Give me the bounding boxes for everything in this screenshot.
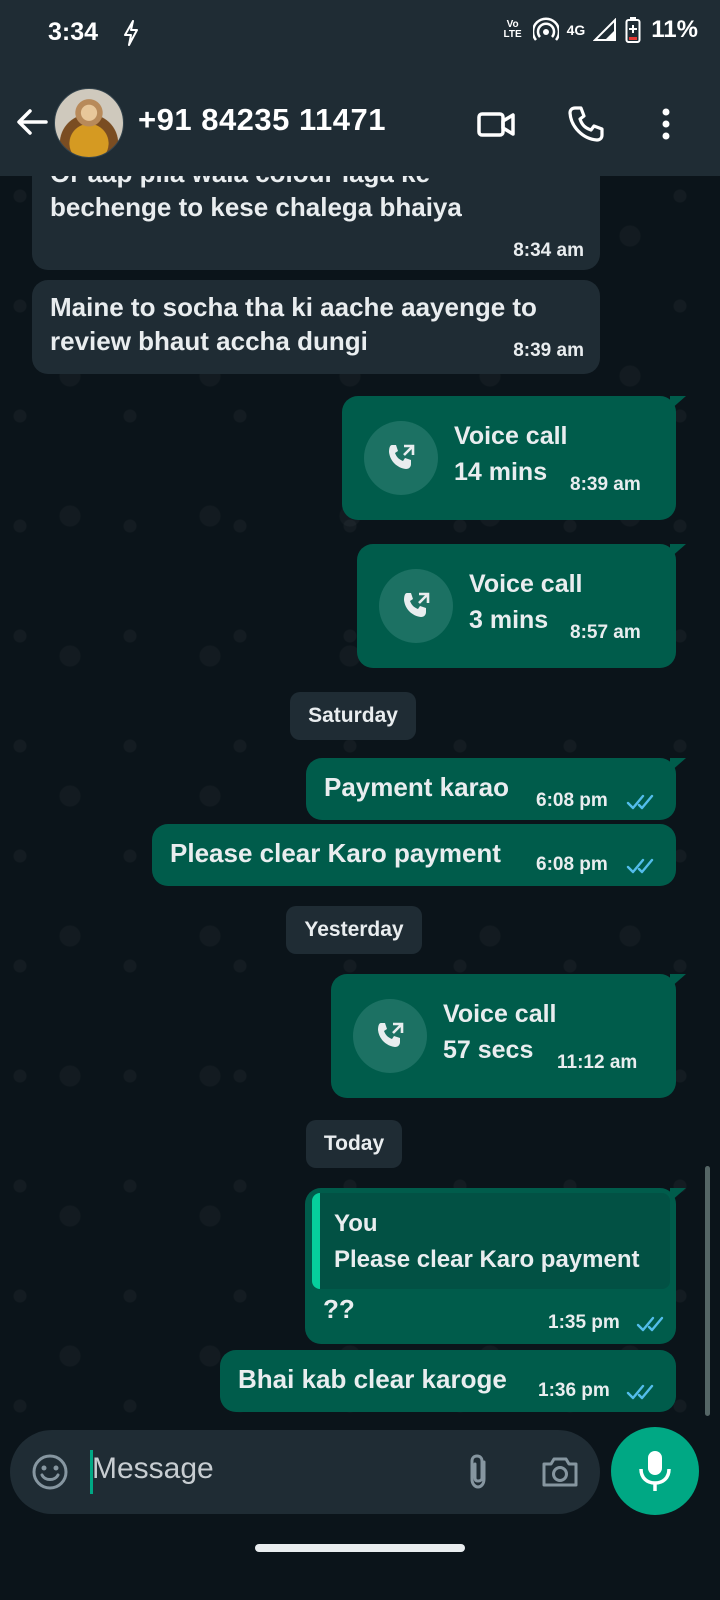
message-time: 11:12 am: [557, 1052, 638, 1073]
outgoing-call-icon: [353, 999, 427, 1073]
message-text: Payment karao: [324, 772, 509, 802]
voice-call-bubble[interactable]: Voice call 14 mins 8:39 am: [342, 396, 676, 520]
message-text-line: review bhaut accha dungi: [50, 326, 368, 356]
more-options-icon[interactable]: [646, 104, 686, 144]
mic-button[interactable]: [611, 1427, 699, 1515]
message-time: 1:35 pm: [548, 1312, 620, 1333]
message-text: Please clear Karo payment: [170, 838, 501, 868]
flash-icon: [124, 20, 138, 46]
message-time: 8:34 am: [513, 240, 584, 261]
bubble-tail: [670, 758, 686, 772]
outgoing-call-icon: [379, 569, 453, 643]
message-outgoing[interactable]: Please clear Karo payment 6:08 pm: [152, 824, 676, 886]
chat-header: +91 84235 11471: [0, 72, 720, 176]
signal-icon: [593, 18, 617, 41]
call-title: Voice call: [443, 1000, 557, 1028]
message-text: Bhai kab clear karoge: [238, 1364, 507, 1394]
bubble-tail: [670, 1188, 686, 1202]
bubble-tail: [670, 544, 686, 558]
message-time: 8:39 am: [513, 340, 584, 361]
contact-name[interactable]: +91 84235 11471: [138, 102, 386, 138]
camera-icon[interactable]: [540, 1452, 580, 1492]
quoted-message[interactable]: You Please clear Karo payment: [312, 1193, 670, 1289]
message-text-line: Maine to socha tha ki aache aayenge to: [50, 292, 537, 322]
date-separator: Yesterday: [286, 906, 422, 954]
outgoing-call-icon: [364, 421, 438, 495]
message-time: 1:36 pm: [538, 1380, 610, 1401]
date-separator: Today: [306, 1120, 402, 1168]
read-ticks-icon: [626, 1384, 654, 1400]
quote-author: You: [334, 1210, 378, 1237]
navigation-bar: [0, 1524, 720, 1600]
read-ticks-icon: [626, 794, 654, 810]
call-duration: 57 secs: [443, 1036, 534, 1064]
message-text: ??: [323, 1294, 355, 1324]
video-call-icon[interactable]: [476, 104, 516, 144]
chat-area[interactable]: Or aap pila wala colour laga ke bechenge…: [0, 176, 720, 1446]
mic-icon: [639, 1451, 671, 1491]
home-gesture-bar[interactable]: [255, 1544, 465, 1552]
voice-call-bubble[interactable]: Voice call 3 mins 8:57 am: [357, 544, 676, 668]
network-type: 4G: [566, 22, 586, 38]
battery-icon: [625, 17, 641, 43]
voice-call-bubble[interactable]: Voice call 57 secs 11:12 am: [331, 974, 676, 1098]
date-separator: Saturday: [290, 692, 416, 740]
read-ticks-icon: [626, 858, 654, 874]
message-incoming[interactable]: Maine to socha tha ki aache aayenge to r…: [32, 280, 600, 374]
message-composer: Message: [10, 1430, 600, 1514]
emoji-icon[interactable]: [30, 1452, 70, 1492]
message-text-line: bechenge to kese chalega bhaiya: [50, 192, 462, 222]
status-icons: Vo LTE 4G 11%: [501, 16, 698, 44]
message-text-line: Or aap pila wala colour laga ke: [50, 176, 430, 190]
scrollbar[interactable]: [705, 1166, 710, 1416]
quote-accent-bar: [312, 1193, 320, 1289]
hotspot-icon: [532, 17, 559, 41]
battery-percentage: 11%: [651, 16, 698, 43]
call-title: Voice call: [454, 422, 568, 450]
volte-icon: Vo LTE: [503, 19, 522, 40]
message-time: 6:08 pm: [536, 854, 608, 875]
message-outgoing[interactable]: Payment karao 6:08 pm: [306, 758, 676, 820]
message-time: 6:08 pm: [536, 790, 608, 811]
message-time: 8:39 am: [570, 474, 641, 495]
bubble-tail: [670, 396, 686, 410]
call-duration: 14 mins: [454, 458, 548, 486]
status-bar: 3:34 Vo LTE 4G 11%: [0, 0, 720, 72]
bubble-tail: [670, 974, 686, 988]
message-time: 8:57 am: [570, 622, 641, 643]
call-title: Voice call: [469, 570, 583, 598]
phone-icon[interactable]: [566, 104, 606, 144]
message-input[interactable]: Message: [92, 1452, 214, 1486]
read-ticks-icon: [636, 1316, 664, 1332]
call-duration: 3 mins: [469, 606, 549, 634]
attach-icon[interactable]: [458, 1452, 498, 1492]
status-time: 3:34: [48, 18, 99, 46]
message-incoming[interactable]: Or aap pila wala colour laga ke bechenge…: [32, 176, 600, 270]
back-arrow-icon[interactable]: [14, 104, 50, 140]
contact-avatar[interactable]: [54, 88, 124, 158]
message-outgoing[interactable]: Bhai kab clear karoge 1:36 pm: [220, 1350, 676, 1412]
quote-text: Please clear Karo payment: [334, 1246, 640, 1273]
